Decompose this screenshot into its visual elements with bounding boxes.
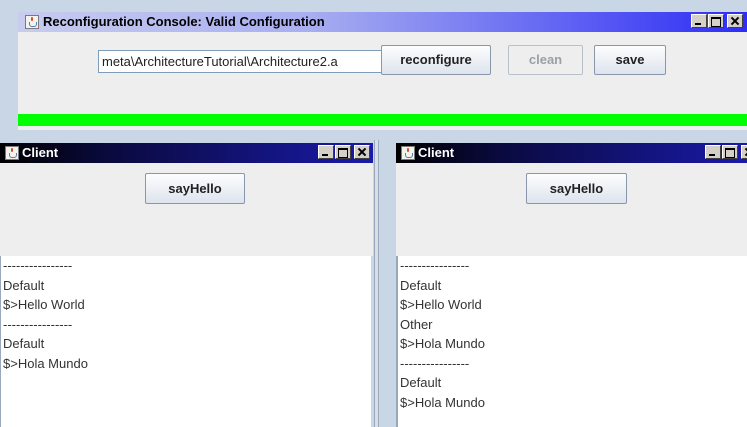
client-output-1: ---------------- Default $>Hello World -…	[0, 256, 373, 427]
output-line: $>Hola Mundo	[400, 394, 485, 410]
client-window-1: Client sayHello ---------------- Default…	[0, 143, 373, 427]
pane-divider[interactable]	[374, 140, 379, 427]
output-line: ----------------	[3, 316, 73, 332]
client-title-2: Client	[418, 145, 455, 160]
output-line: Default	[3, 336, 45, 351]
output-line: $>Hola Mundo	[400, 336, 485, 351]
java-icon	[25, 15, 39, 29]
maximize-icon[interactable]	[708, 14, 724, 28]
maximize-icon[interactable]	[722, 145, 738, 159]
java-icon	[5, 146, 19, 160]
output-line: Default	[400, 375, 442, 390]
console-window: Reconfiguration Console: Valid Configura…	[18, 12, 747, 130]
architecture-path-input[interactable]: meta\ArchitectureTutorial\Architecture2.…	[98, 50, 392, 73]
output-line: ----------------	[400, 258, 470, 273]
close-icon[interactable]	[741, 145, 747, 159]
output-line: $>Hola Mundo	[3, 355, 88, 371]
minimize-icon[interactable]	[691, 14, 707, 28]
clean-button[interactable]: clean	[508, 45, 583, 75]
save-button[interactable]: save	[594, 45, 666, 75]
output-line: ----------------	[3, 258, 73, 273]
maximize-icon[interactable]	[335, 145, 351, 159]
output-line: $>Hello World	[3, 297, 85, 312]
minimize-icon[interactable]	[318, 145, 334, 159]
close-icon[interactable]	[727, 14, 743, 28]
say-hello-button-2[interactable]: sayHello	[526, 173, 627, 204]
output-line: Other	[400, 316, 433, 332]
client-output-2: ---------------- Default $>Hello World O…	[396, 256, 747, 427]
output-line: ----------------	[400, 355, 470, 371]
minimize-icon[interactable]	[705, 145, 721, 159]
client-titlebar-1[interactable]: Client	[0, 143, 373, 163]
client-title-1: Client	[22, 145, 59, 160]
client-titlebar-2[interactable]: Client	[396, 143, 747, 163]
status-progress-bar	[18, 114, 747, 126]
java-icon	[401, 146, 415, 160]
console-title: Reconfiguration Console: Valid Configura…	[43, 14, 325, 29]
say-hello-button-1[interactable]: sayHello	[145, 173, 245, 204]
reconfigure-button[interactable]: reconfigure	[381, 45, 491, 75]
console-titlebar[interactable]: Reconfiguration Console: Valid Configura…	[18, 12, 747, 32]
close-icon[interactable]	[354, 145, 370, 159]
client-window-2: Client sayHello ---------------- Default…	[396, 143, 747, 427]
output-line: Default	[3, 277, 45, 293]
output-line: $>Hello World	[400, 297, 482, 312]
output-line: Default	[400, 277, 442, 293]
